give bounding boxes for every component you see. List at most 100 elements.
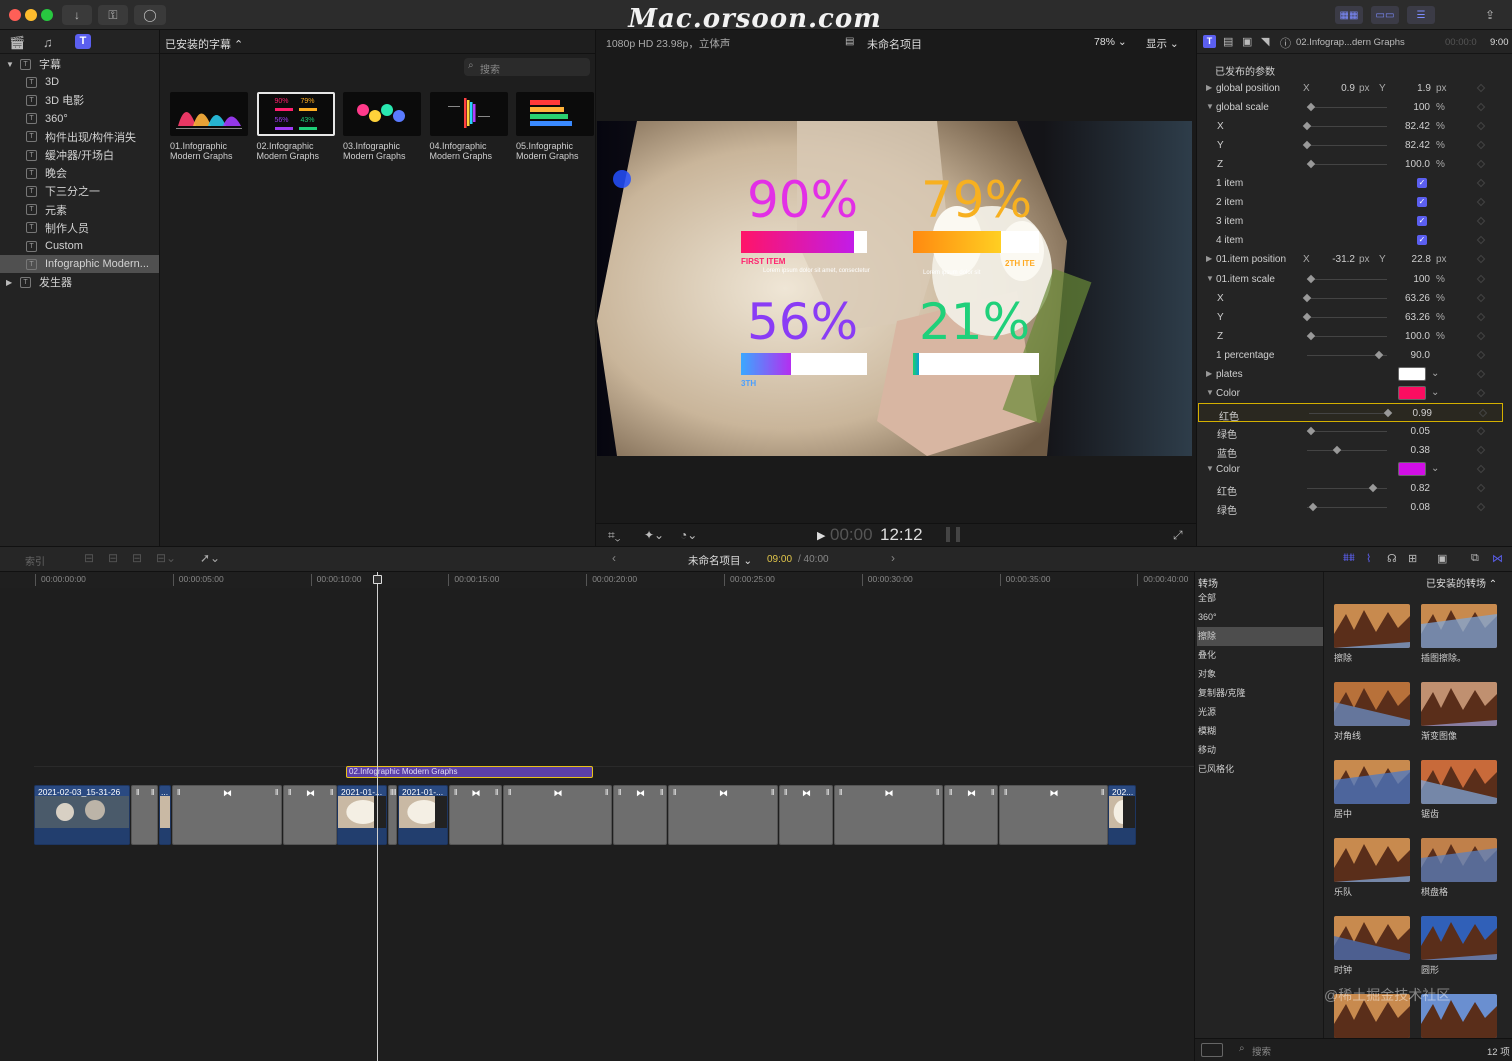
video-inspector-icon[interactable]: ▣: [1242, 35, 1252, 48]
keyframe-icon[interactable]: [1476, 331, 1486, 340]
param-slider[interactable]: [1302, 293, 1387, 302]
gap-clip[interactable]: ‖ ⧓ ‖: [613, 785, 667, 845]
keywords-button[interactable]: ⚿: [98, 5, 128, 25]
transition-thumbnail[interactable]: [1334, 682, 1410, 726]
param-value[interactable]: 100.0: [1392, 159, 1430, 170]
transition-thumbnail[interactable]: [1421, 682, 1497, 726]
fullscreen-icon[interactable]: ⤢: [1173, 528, 1183, 543]
param-slider[interactable]: [1307, 483, 1387, 493]
timeline[interactable]: 02.Infographic Modern Graphs 2021-02-03_…: [0, 572, 1194, 1061]
keyframe-icon[interactable]: [1476, 388, 1486, 398]
transition-thumbnail[interactable]: [1334, 604, 1410, 648]
param-value-y[interactable]: 22.8: [1397, 254, 1431, 265]
overwrite-clip-icon[interactable]: ⊟⌄: [156, 551, 176, 565]
transform-icon[interactable]: ⌗⌄: [608, 528, 620, 543]
disclosure-open-icon[interactable]: ▼: [1206, 464, 1214, 473]
inspector-row[interactable]: ▼ Color ⌄: [1197, 384, 1512, 403]
color-swatch[interactable]: [1398, 366, 1426, 381]
slider-knob[interactable]: [1302, 293, 1312, 302]
transition-category[interactable]: 光源: [1197, 703, 1323, 722]
transition-thumbnail[interactable]: [1421, 838, 1497, 882]
installed-transitions-dropdown[interactable]: 已安装的转场 ⌃: [1426, 575, 1497, 590]
gap-clip[interactable]: ‖ ⧓ ‖: [944, 785, 998, 845]
clapper-icon[interactable]: 🎬︎: [9, 35, 26, 51]
param-slider[interactable]: [1309, 408, 1393, 418]
timeline-toggle-button[interactable]: ▭▭: [1371, 6, 1399, 24]
inspector-row[interactable]: Z 100.0%: [1197, 155, 1512, 174]
inspector-row[interactable]: 红色 0.99: [1198, 402, 1503, 423]
keyframe-icon[interactable]: [1478, 408, 1488, 418]
transition-category[interactable]: 叠化: [1197, 646, 1323, 665]
connect-clip-icon[interactable]: ⊟: [84, 551, 94, 565]
inspector-row[interactable]: ▶ plates ⌄: [1197, 365, 1512, 384]
title-thumbnail[interactable]: [516, 92, 594, 136]
sidebar-item[interactable]: T Infographic Modern...: [0, 255, 159, 274]
share-button[interactable]: ⇪: [1478, 5, 1502, 25]
transition-thumbnail[interactable]: [1421, 916, 1497, 960]
param-slider[interactable]: [1306, 426, 1387, 436]
music-photo-icon[interactable]: ♫: [43, 35, 53, 50]
title-thumbnail[interactable]: [170, 92, 248, 136]
slider-knob[interactable]: [1306, 331, 1316, 340]
timeline-project-dropdown[interactable]: 未命名项目 ⌄: [688, 553, 752, 568]
gap-clip[interactable]: ‖ ⧓ ‖: [668, 785, 778, 845]
keyframe-icon[interactable]: [1476, 502, 1486, 512]
param-slider[interactable]: [1307, 445, 1387, 455]
gap-clip[interactable]: ‖ ⧓ ‖: [999, 785, 1108, 845]
inspector-row[interactable]: 绿色 0.05: [1197, 422, 1512, 441]
keyframe-icon[interactable]: [1476, 140, 1486, 150]
sidebar-item[interactable]: T 360°: [0, 110, 159, 128]
minimize-window-button[interactable]: [25, 9, 37, 21]
inspector-row[interactable]: 1 item ✓: [1197, 174, 1512, 193]
checkbox[interactable]: ✓: [1417, 197, 1427, 208]
param-slider[interactable]: [1307, 502, 1387, 512]
keyframe-icon[interactable]: [1476, 293, 1486, 302]
import-button[interactable]: ↓: [62, 5, 92, 25]
color-swatch[interactable]: [1398, 385, 1426, 400]
transition-thumbnail[interactable]: [1334, 760, 1410, 804]
inspector-row[interactable]: ▼ Color ⌄: [1197, 460, 1512, 479]
transition-category[interactable]: 全部: [1197, 589, 1323, 608]
param-value-x[interactable]: -31.2: [1317, 254, 1355, 265]
keyframe-icon[interactable]: [1476, 350, 1486, 359]
keyframe-icon[interactable]: [1476, 83, 1486, 93]
param-value[interactable]: 100: [1392, 102, 1430, 113]
param-value[interactable]: 82.42: [1392, 121, 1430, 132]
keyframe-icon[interactable]: [1476, 255, 1486, 264]
slider-knob[interactable]: [1333, 445, 1342, 455]
disclosure-open-icon[interactable]: ▼: [6, 60, 14, 69]
transitions-browser-icon[interactable]: ⋈: [1492, 552, 1503, 565]
param-slider[interactable]: [1306, 159, 1387, 169]
transition-category[interactable]: 已风格化: [1197, 760, 1323, 779]
keyframe-icon[interactable]: [1476, 426, 1486, 436]
video-clip[interactable]: 2021-02-03_15-31-26: [34, 785, 130, 845]
slider-knob[interactable]: [1302, 312, 1312, 321]
disclosure-closed-icon[interactable]: ▶: [1206, 369, 1212, 378]
sidebar-item[interactable]: T Custom: [0, 237, 159, 255]
transition-category[interactable]: 360°: [1197, 608, 1323, 627]
effects-browser-icon[interactable]: ⧉: [1471, 552, 1479, 565]
param-slider[interactable]: [1306, 331, 1387, 340]
inspector-toggle-button[interactable]: ☰: [1407, 6, 1435, 24]
insert-clip-icon[interactable]: ⊟: [108, 551, 118, 565]
chevron-down-icon[interactable]: ⌄: [1431, 463, 1439, 474]
inspector-row[interactable]: ▶ 01.item position X -31.2 px Y 22.8 px: [1197, 250, 1512, 269]
video-clip[interactable]: 2021-01-...: [398, 785, 448, 845]
checkbox[interactable]: ✓: [1417, 216, 1427, 227]
inspector-row[interactable]: 3 item ✓: [1197, 212, 1512, 231]
inspector-row[interactable]: ▼ 01.item scale 100%: [1197, 270, 1512, 289]
slider-knob[interactable]: [1309, 502, 1318, 512]
slider-knob[interactable]: [1368, 483, 1377, 493]
zoom-window-button[interactable]: [41, 9, 53, 21]
sidebar-item[interactable]: T 制作人员: [0, 219, 159, 237]
sidebar-item[interactable]: ▶ T 发生器: [0, 273, 159, 291]
keyframe-icon[interactable]: [1476, 217, 1486, 226]
transition-thumbnail[interactable]: [1421, 760, 1497, 804]
param-value[interactable]: 100: [1392, 274, 1430, 285]
param-slider[interactable]: [1302, 121, 1387, 131]
checkbox[interactable]: ✓: [1417, 235, 1427, 246]
transition-category[interactable]: 移动: [1197, 741, 1323, 760]
checkbox[interactable]: ✓: [1417, 178, 1427, 189]
disclosure-open-icon[interactable]: ▼: [1206, 388, 1214, 397]
keyframe-icon[interactable]: [1476, 198, 1486, 207]
